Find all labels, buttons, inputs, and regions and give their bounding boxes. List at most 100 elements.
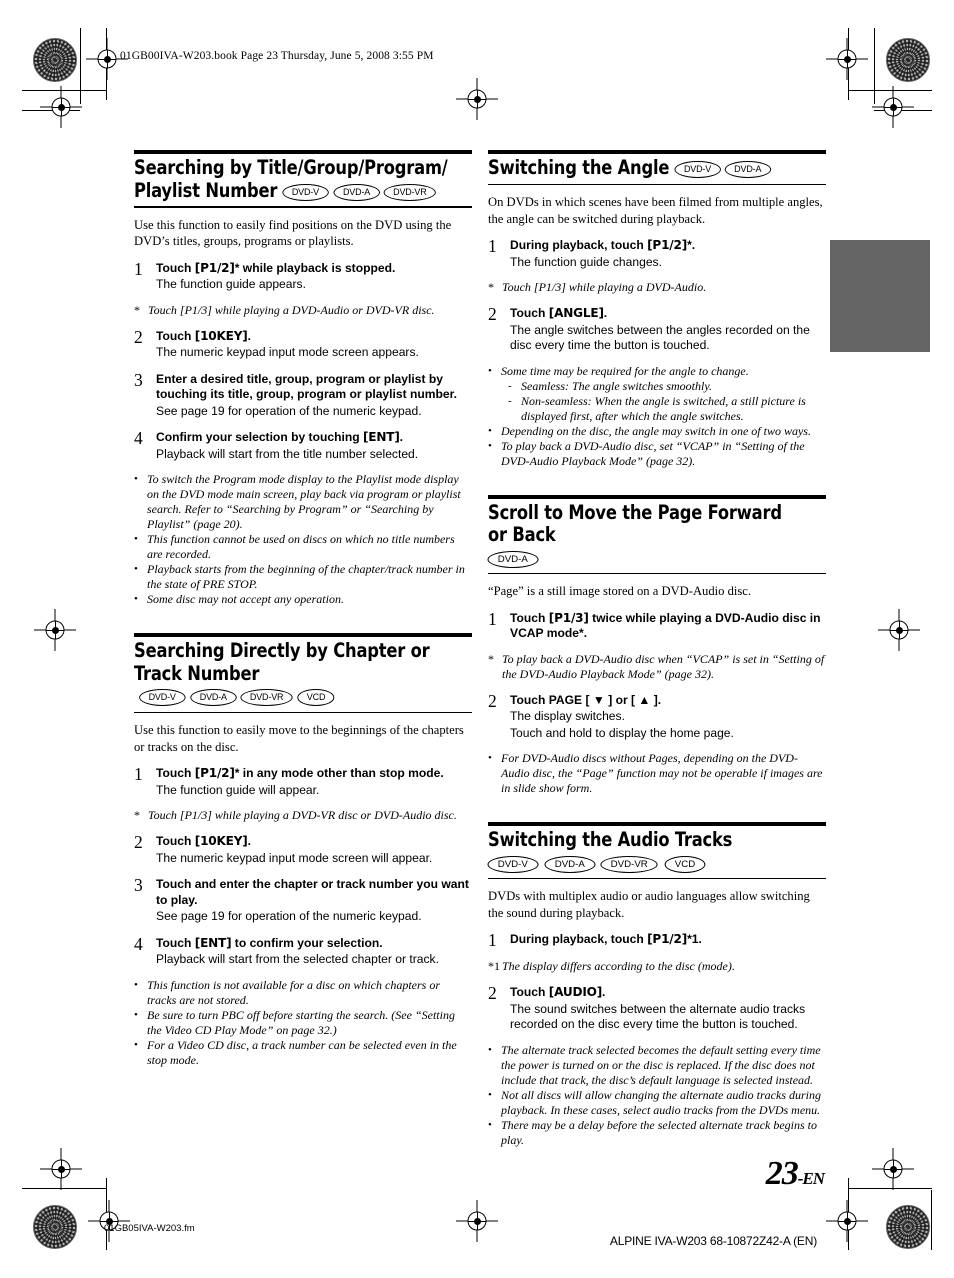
step-body: Touch [P1/3] twice while playing a DVD-A… (510, 611, 826, 642)
step-item: 2 Touch [10KEY]. The numeric keypad input … (134, 833, 472, 866)
note-text: For DVD-Audio discs without Pages, depen… (501, 751, 823, 795)
step-body: Touch [P1/2]* while playback is stopped.… (156, 261, 472, 293)
step-number: 3 (134, 369, 143, 390)
note-text: Some disc may not accept any operation. (147, 592, 344, 606)
step-description: The function guide changes. (510, 254, 662, 269)
disc-badge-dvd-a: DVD-A (333, 183, 380, 201)
step-head-text: *. (687, 238, 696, 252)
step-instruction: Touch [P1/3] twice while playing a DVD-A… (510, 611, 826, 642)
section-left-0: Searching by Title/Group/Program/ Playli… (134, 150, 472, 607)
step-key-label: [P1/2] (194, 260, 235, 275)
step-head-text: * while playback is stopped. (234, 260, 396, 275)
section-rule-bottom (488, 877, 826, 879)
step-instruction: Touch and enter the chapter or track num… (156, 877, 472, 908)
step-body: Confirm your selection by touching [ENT]… (156, 430, 472, 462)
note-item: • Not all discs will allow changing the a… (488, 1088, 826, 1118)
right-column: Switching the Angle DVD-V DVD-A On DVDs in … (487, 150, 826, 1174)
step-description: The sound switches between the alternate… (510, 1001, 806, 1032)
step-key-label: [ANGLE] (548, 306, 604, 320)
step-description: Playback will start from the title numbe… (156, 446, 419, 461)
step-number: 2 (488, 983, 497, 1003)
step-item: 2 Touch [10KEY]. The numeric keypad input … (134, 328, 472, 361)
bullet-icon: • (134, 563, 138, 575)
disc-badge-dvd-vr: DVD-VR (383, 183, 437, 201)
footnote-text: To play back a DVD-Audio disc when “VCAP… (502, 651, 825, 681)
disc-badge-group: DVD-V DVD-A DVD-VR VCD (487, 855, 826, 874)
note-text: There may be a delay before the selected… (501, 1117, 818, 1147)
step-head-text: During playback, touch (510, 238, 648, 252)
footnote: * Touch [P1/3] while playing a DVD-Audio … (134, 303, 472, 318)
note-item: • For a Video CD disc, a track number can… (134, 1038, 472, 1068)
disc-badge-dvd-vr: DVD-VR (240, 689, 293, 706)
dash-icon: - (508, 394, 512, 407)
step-number: 2 (488, 304, 497, 324)
bullet-icon: • (488, 439, 492, 452)
step-number: 1 (134, 258, 143, 279)
step-body: Touch [ENT] to confirm your selection. Pl… (156, 936, 472, 968)
bullet-icon: • (488, 752, 492, 764)
bullet-icon: • (134, 593, 138, 605)
step-instruction: Touch [AUDIO]. (510, 985, 826, 1001)
step-number: 2 (488, 690, 497, 711)
section-rule-bottom (134, 206, 472, 208)
note-item: • This function is not available for a di… (134, 978, 472, 1008)
note-text: To switch the Program mode display to th… (147, 472, 461, 531)
step-description: See page 19 for operation of the numeric… (156, 909, 422, 923)
step-body: Touch PAGE [ ▼ ] or [ ▲ ]. The display sw… (510, 693, 826, 742)
section-intro: On DVDs in which scenes have been filmed… (488, 195, 823, 226)
footnote: *1 The display differs according to the d… (488, 959, 826, 974)
step-instruction: Touch [P1/2]* in any mode other than sto… (156, 766, 472, 782)
step-head-text: Touch (156, 260, 195, 275)
bullet-icon: • (488, 1118, 492, 1131)
bullet-icon: • (488, 1088, 492, 1101)
book-slug: 01GB00IVA-W203.book Page 23 Thursday, Ju… (120, 50, 434, 62)
note-list: • The alternate track selected becomes th… (488, 1043, 826, 1148)
step-head-text: Touch (156, 935, 195, 950)
step-key-label: [ENT] (194, 935, 232, 950)
note-list: • This function is not available for a di… (134, 978, 472, 1068)
note-item: • Some disc may not accept any operation. (134, 592, 472, 607)
disc-badge-group: DVD-V DVD-A DVD-VR (277, 179, 437, 202)
footnote-marker: * (488, 280, 494, 294)
bullet-icon: • (488, 1043, 492, 1056)
step-instruction: Enter a desired title, group, program or… (156, 372, 472, 403)
note-list: • Some time may be required for the angle… (488, 364, 826, 469)
step-number: 1 (134, 764, 143, 784)
disc-badge-dvd-v: DVD-V (282, 183, 329, 201)
step-instruction: Touch [10KEY]. (156, 834, 472, 850)
step-item: 1 Touch [P1/3] twice while playing a DVD-… (488, 608, 826, 642)
step-body: During playback, touch [P1/2]*1. (510, 932, 826, 949)
step-item: 1 Touch [P1/2]* while playback is stopped… (134, 258, 472, 293)
section-title: Switching the Angle DVD-V DVD-A (488, 156, 802, 180)
section-rule-top (134, 150, 472, 154)
bullet-icon: • (134, 1038, 138, 1051)
note-item: • Some time may be required for the angle… (488, 364, 826, 379)
step-head-text: . (247, 328, 251, 343)
step-item: 2 Touch PAGE [ ▼ ] or [ ▲ ]. The display s… (488, 690, 826, 742)
step-number: 1 (488, 608, 497, 629)
disc-badge-vcd: VCD (297, 689, 336, 706)
step-head-text: to confirm your selection. (231, 935, 383, 950)
note-subitem: - Non-seamless: When the angle is switche… (488, 394, 826, 424)
section-rule-bottom (488, 183, 826, 185)
step-description: The function guide appears. (156, 277, 306, 291)
note-text: Playback starts from the beginning of th… (147, 562, 465, 591)
step-number: 1 (488, 930, 497, 950)
step-head-text: During playback, touch (510, 932, 648, 946)
note-item: • Playback starts from the beginning of t… (134, 562, 472, 592)
note-text: To play back a DVD-Audio disc, set “VCAP… (501, 438, 805, 468)
step-head-text: Enter a desired title, group, program or… (156, 371, 458, 402)
step-head-text: * in any mode other than stop mode. (234, 766, 444, 780)
step-head-text: Touch PAGE [ ▼ ] or [ ▲ ]. (510, 692, 662, 707)
bullet-icon: • (134, 473, 138, 485)
step-body: Touch [10KEY]. The numeric keypad input m… (156, 834, 472, 866)
step-description: The function guide will appear. (156, 782, 320, 797)
note-subtext: Seamless: The angle switches smoothly. (521, 378, 712, 393)
section-rule-bottom (488, 572, 826, 574)
footnote-marker: *1 (488, 959, 500, 973)
note-text: The alternate track selected becomes the… (501, 1042, 821, 1087)
disc-badge-dvd-v: DVD-V (487, 855, 539, 873)
